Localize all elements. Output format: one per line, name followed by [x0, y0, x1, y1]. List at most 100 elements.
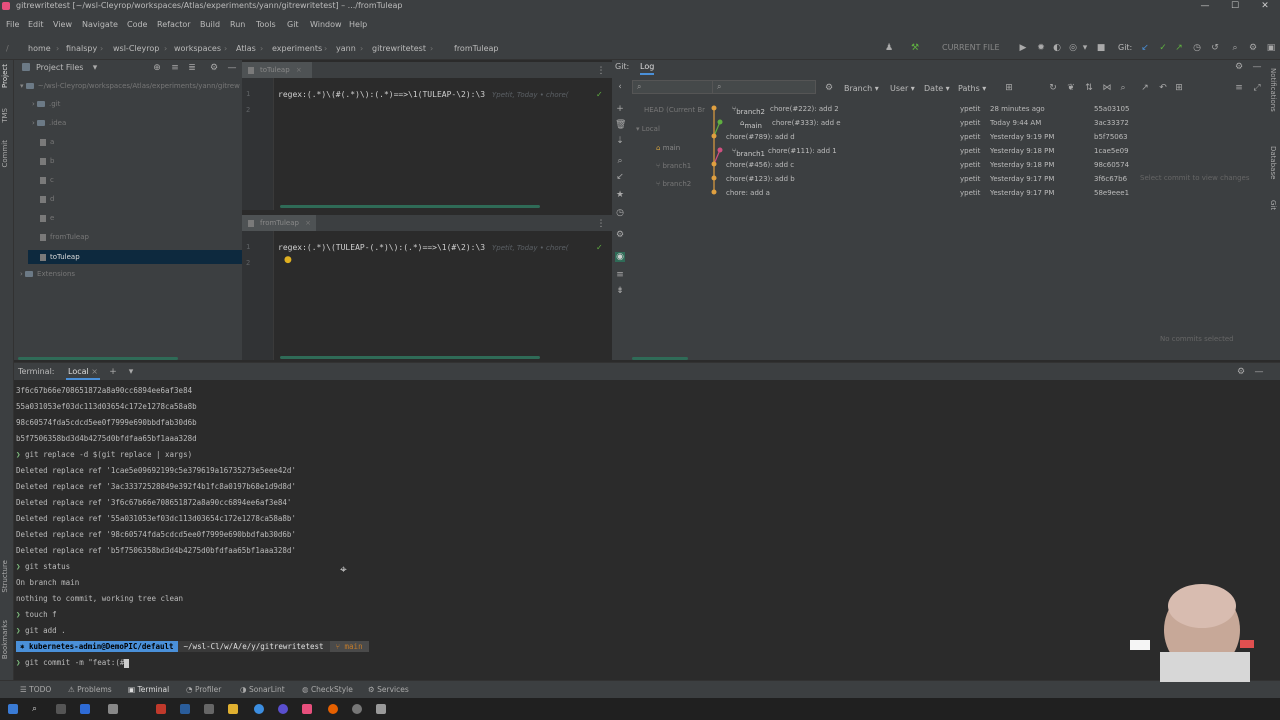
editor-tab-totuleap[interactable]: toTuleap × — [242, 62, 312, 78]
menu-navigate[interactable]: Navigate — [82, 20, 118, 29]
intellij-icon[interactable] — [302, 704, 312, 714]
horizontal-scrollbar[interactable] — [632, 357, 688, 360]
menu-code[interactable]: Code — [127, 20, 147, 29]
expand-all-icon[interactable]: ≡ — [170, 63, 180, 73]
clock-icon[interactable]: ◷ — [615, 208, 625, 218]
menu-help[interactable]: Help — [349, 20, 367, 29]
expand-icon[interactable]: ⤢ — [1252, 83, 1262, 93]
close-tab-icon[interactable]: × — [305, 219, 311, 227]
sort-icon[interactable]: ⇅ — [1084, 83, 1094, 93]
debug-icon[interactable]: ✹ — [1036, 43, 1046, 53]
commit-row[interactable]: ⑂ branch1 chore(#111): add 1 ypetit Yest… — [724, 144, 1164, 158]
profile-icon[interactable]: ◎ — [1068, 43, 1078, 53]
build-hammer-icon[interactable]: ⚒ — [910, 43, 920, 53]
tool-profiler[interactable]: ◔ Profiler — [186, 685, 221, 694]
tree-item-idea[interactable]: › .idea — [32, 119, 66, 127]
back-icon[interactable]: ‹ — [615, 82, 625, 92]
stripe-git[interactable]: Git — [1269, 200, 1277, 210]
close-tab-icon[interactable]: × — [296, 66, 302, 74]
stripe-bookmarks[interactable]: Bookmarks — [1, 620, 9, 659]
git-history-icon[interactable]: ◷ — [1192, 43, 1202, 53]
vscode-icon[interactable] — [80, 704, 90, 714]
search-icon[interactable]: ⌕ — [1230, 43, 1240, 53]
diff-grid-icon[interactable]: ⊞ — [1174, 83, 1184, 93]
align-icon[interactable]: ≡ — [615, 270, 625, 280]
commit-row[interactable]: ⌂ main chore(#333): add e ypetit Today 9… — [724, 116, 1164, 130]
commit-row[interactable]: chore(#123): add b ypetit Yesterday 9:17… — [724, 172, 1164, 186]
stripe-tms[interactable]: TMS — [1, 108, 9, 123]
commit-row[interactable]: ⑂ branch2 chore(#222): add 2 ypetit 28 m… — [724, 102, 1164, 116]
project-root[interactable]: ▾ ~/wsl-Cleyrop/workspaces/Atlas/experim… — [20, 82, 240, 90]
terminal-input[interactable]: git commit -m "feat:(# — [25, 658, 124, 667]
tree-item-a[interactable]: a — [40, 138, 54, 146]
menu-edit[interactable]: Edit — [28, 20, 44, 29]
run-icon[interactable]: ▶ — [1018, 43, 1028, 53]
favorite-icon[interactable]: ★ — [615, 190, 625, 200]
git-update-icon[interactable]: ↙ — [1140, 43, 1150, 53]
filter-date[interactable]: Date ▾ — [924, 84, 950, 93]
regex-settings-icon[interactable]: ⚙ — [824, 83, 834, 93]
coverage-icon[interactable]: ◐ — [1052, 43, 1062, 53]
menu-refactor[interactable]: Refactor — [157, 20, 191, 29]
app-icon[interactable] — [156, 704, 166, 714]
branch-main[interactable]: ⌂ main — [656, 144, 680, 152]
gear-icon[interactable]: ⚙ — [1236, 367, 1246, 377]
menu-tools[interactable]: Tools — [256, 20, 276, 29]
tree-item-b[interactable]: b — [40, 157, 54, 165]
chevron-down-icon[interactable]: ▾ — [126, 367, 136, 377]
filter-branch[interactable]: Branch ▾ — [844, 84, 879, 93]
menu-file[interactable]: File — [6, 20, 19, 29]
tool-terminal[interactable]: ▣ Terminal — [128, 685, 169, 694]
search-icon[interactable]: ⌕ — [615, 156, 625, 166]
task-view-icon[interactable] — [56, 704, 66, 714]
close-button[interactable]: ✕ — [1250, 0, 1280, 12]
new-tab-icon[interactable]: ⊞ — [1004, 83, 1014, 93]
search-icon[interactable]: ⌕ — [1118, 83, 1128, 93]
breadcrumb-home[interactable]: home — [28, 44, 51, 53]
add-terminal-icon[interactable]: + — [108, 367, 118, 377]
editor-tab-fromtuleap[interactable]: fromTuleap × — [242, 215, 316, 231]
menu-window[interactable]: Window — [310, 20, 342, 29]
code-line[interactable]: regex:(.*)\(TULEAP-(.*)\):(.*)==>\1(#\2)… — [278, 243, 485, 252]
tab-log[interactable]: Log — [640, 62, 655, 75]
breadcrumb-atlas[interactable]: Atlas — [236, 44, 256, 53]
fetch-icon[interactable]: ⇣ — [615, 136, 625, 146]
app-icon[interactable] — [108, 704, 118, 714]
gear-icon[interactable]: ⚙ — [615, 230, 625, 240]
list-icon[interactable]: ≡ — [1234, 83, 1244, 93]
breadcrumb-yann[interactable]: yann — [336, 44, 356, 53]
stripe-database[interactable]: Database — [1269, 146, 1277, 179]
user-icon[interactable]: ♟ — [884, 43, 894, 53]
tree-item-c[interactable]: c — [40, 176, 54, 184]
more-vertical-icon[interactable]: ⋮ — [596, 66, 606, 76]
tree-item-e[interactable]: e — [40, 214, 54, 222]
hide-icon[interactable]: — — [1254, 367, 1264, 377]
breadcrumb-fromtuleap[interactable]: fromTuleap — [454, 44, 498, 53]
menu-run[interactable]: Run — [230, 20, 245, 29]
tree-item-totuleap[interactable]: toTuleap — [28, 250, 242, 264]
inspection-ok-icon[interactable]: ✓ — [596, 243, 603, 252]
menu-git[interactable]: Git — [287, 20, 299, 29]
refresh-icon[interactable]: ↻ — [1048, 83, 1058, 93]
delete-icon[interactable]: 🗑 — [615, 120, 626, 130]
git-commit-icon[interactable]: ✓ — [1158, 43, 1168, 53]
tool-problems[interactable]: ⚠ Problems — [68, 685, 112, 694]
file-explorer-icon[interactable] — [228, 704, 238, 714]
locate-icon[interactable]: ⊕ — [152, 63, 162, 73]
project-horizontal-scrollbar[interactable] — [18, 357, 178, 360]
stop-icon[interactable]: ■ — [1096, 43, 1106, 53]
project-view-selector[interactable]: Project Files — [36, 63, 83, 72]
branch-search-input[interactable]: ⌕ — [632, 80, 716, 94]
breadcrumb-experiments[interactable]: experiments — [272, 44, 322, 53]
tool-services[interactable]: ⚙ Services — [368, 685, 409, 694]
gear-icon[interactable]: ⚙ — [1234, 62, 1244, 72]
cherry-pick-icon[interactable]: ❦ — [1066, 83, 1076, 93]
branch-branch2[interactable]: ⑂ branch2 — [656, 180, 691, 188]
tool-checkstyle[interactable]: ◍ CheckStyle — [302, 685, 353, 694]
pin-icon[interactable]: ↗ — [1140, 83, 1150, 93]
graph-active-icon[interactable]: ◉ — [615, 252, 625, 262]
app-icon[interactable] — [352, 704, 362, 714]
more-run-icon[interactable]: ▾ — [1080, 43, 1090, 53]
chrome-icon[interactable] — [254, 704, 264, 714]
commit-row[interactable]: chore(#456): add c ypetit Yesterday 9:18… — [724, 158, 1164, 172]
